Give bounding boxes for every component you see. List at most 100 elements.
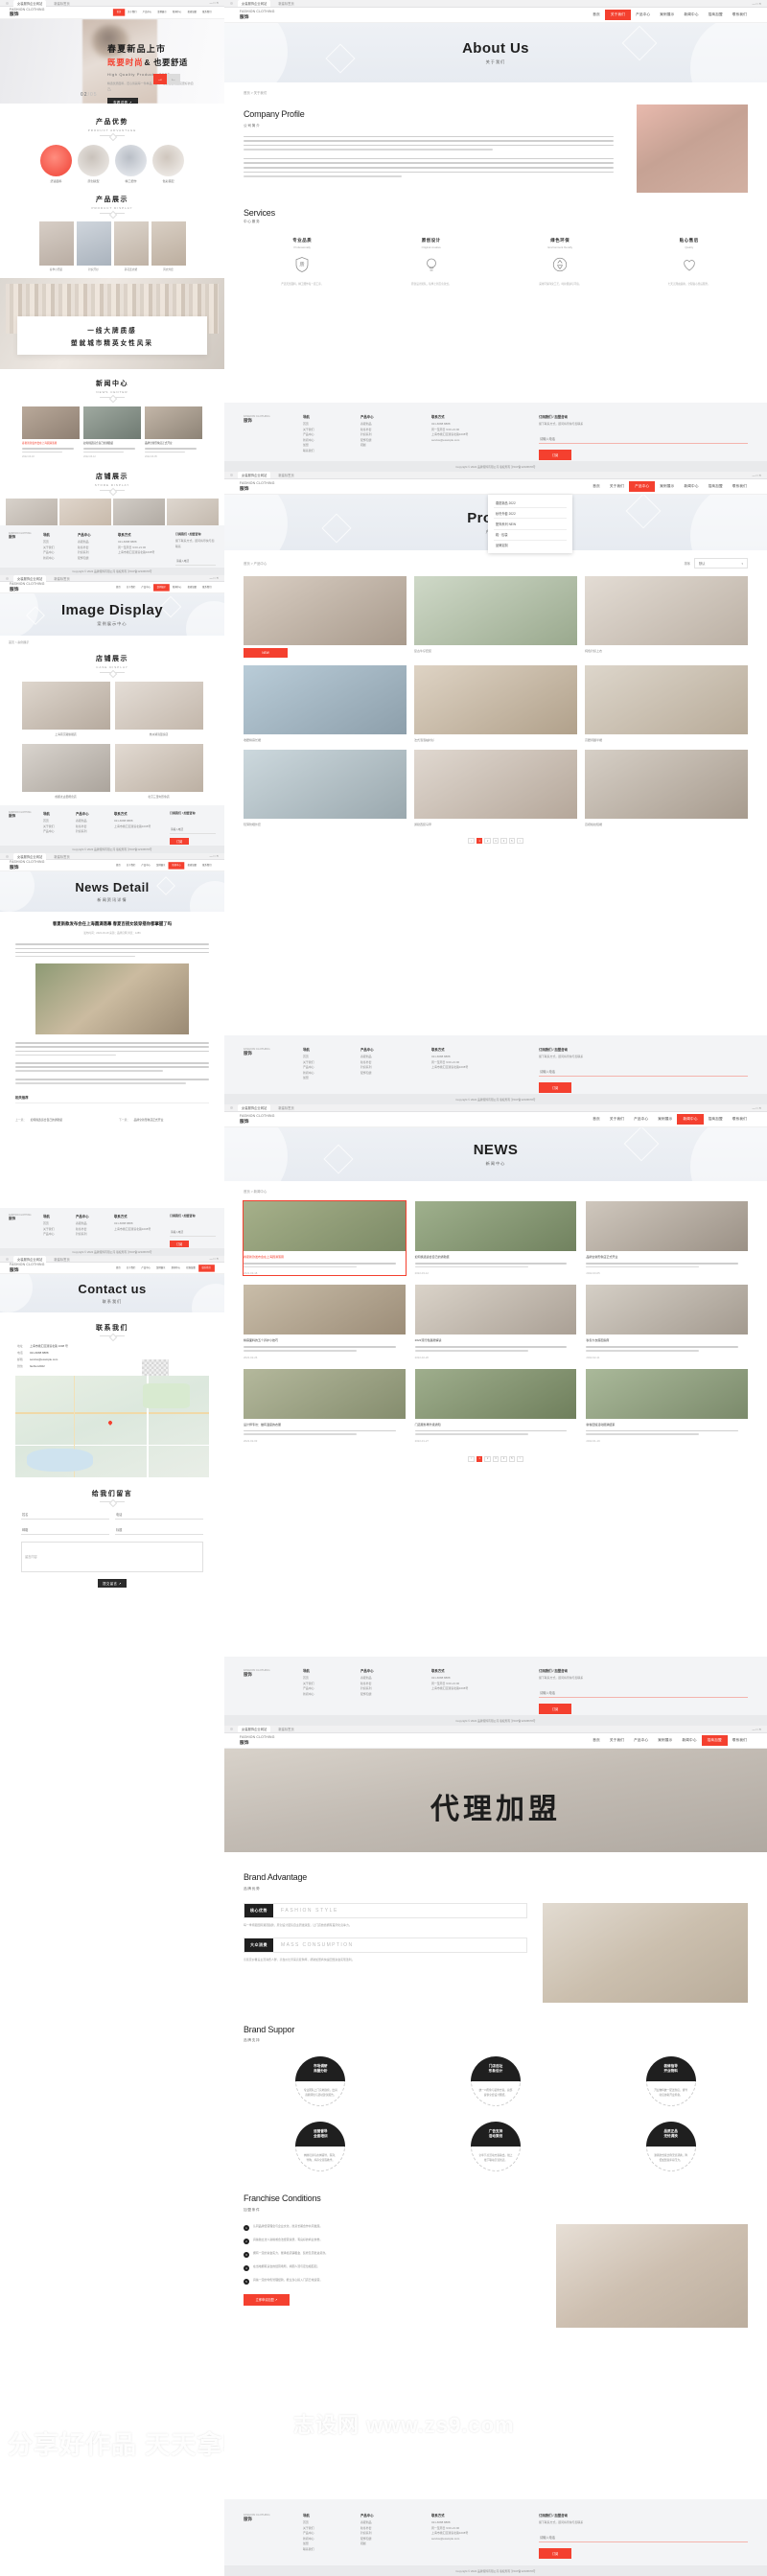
subscribe-input[interactable] bbox=[175, 558, 216, 567]
dropdown-item-2[interactable]: 配饰系列 NEW bbox=[494, 519, 567, 530]
product-card[interactable]: 风衣外套 bbox=[151, 221, 186, 271]
page-1[interactable]: 1 bbox=[476, 1455, 483, 1462]
footer-col-items[interactable]: 首页 关于我们 产品中心 新闻中心 加盟 联系我们 bbox=[303, 422, 345, 453]
arrow-left-icon[interactable]: ← bbox=[167, 74, 180, 84]
nav-item-6[interactable]: 联系我们 bbox=[728, 12, 752, 17]
browser-tab-new[interactable]: 新建标签页 bbox=[50, 575, 73, 582]
browser-tab-active[interactable]: 女装服饰企业网站 bbox=[13, 853, 47, 860]
news-pagination[interactable]: < 1 2 3 4 5 > bbox=[224, 1455, 767, 1462]
support-badge[interactable]: 市场调研 商圈分析 专业团队上门实地勘察，出具商圈评估与选址建议报告。 bbox=[295, 2056, 346, 2106]
browser-tab-active[interactable]: 女装服饰企业网站 bbox=[238, 1726, 271, 1732]
nav-item-2[interactable]: 产品中心 bbox=[139, 864, 154, 866]
title-field[interactable] bbox=[115, 1526, 203, 1535]
news-card[interactable]: 棉麻面料的五个养护小技巧 2022-02-26 bbox=[244, 1285, 406, 1359]
brand-logo[interactable]: FASHION CLOTHING 服饰 bbox=[240, 1735, 275, 1745]
nav-item-3[interactable]: 案例展示 bbox=[153, 1266, 169, 1268]
page-4[interactable]: 4 bbox=[500, 1455, 507, 1462]
nav-item-4[interactable]: 新闻中心 bbox=[677, 1738, 701, 1743]
nav-item-0[interactable]: 首页 bbox=[588, 484, 605, 489]
case-card[interactable]: 北京三里屯形象店 bbox=[114, 744, 203, 799]
nav-item-6[interactable]: 联系我们 bbox=[728, 1738, 752, 1743]
browser-chrome[interactable]: 女装服饰企业网站 新建标签页 — □ ✕ bbox=[224, 0, 767, 8]
nav-item-6[interactable]: 联系我们 bbox=[199, 864, 215, 866]
page-4[interactable]: 4 bbox=[500, 838, 507, 844]
news-next-link[interactable]: 下一篇： 品牌全新形象店正式开业 bbox=[119, 1108, 209, 1126]
browser-tab-new[interactable]: 新建标签页 bbox=[274, 1104, 297, 1111]
nav-item-2[interactable]: 产品中心 bbox=[631, 12, 655, 17]
subscribe-input[interactable] bbox=[539, 1688, 748, 1698]
nav-item-6[interactable]: 联系我们 bbox=[728, 484, 752, 489]
browser-chrome[interactable]: 女装服饰企业网站 新建标签页 — □ ✕ bbox=[0, 0, 224, 7]
browser-tab-new[interactable]: 新建标签页 bbox=[50, 0, 73, 7]
product-card[interactable]: 高腰阔腿半裙 bbox=[585, 665, 748, 742]
nav-item-1[interactable]: 关于我们 bbox=[125, 12, 140, 13]
support-badge[interactable]: 门店选址 形象设计 统一VI形象与装修方案，总部提供全套设计图纸。 bbox=[470, 2056, 521, 2106]
nav-item-5[interactable]: 招商加盟 bbox=[185, 12, 200, 13]
nav-item-1[interactable]: 关于我们 bbox=[605, 484, 629, 489]
browser-tabs[interactable]: 女装服饰企业网站 新建标签页 bbox=[13, 575, 204, 582]
service-item[interactable]: 绿色环保 Environment friendly 采用环保印染工艺，呵护肌肤与… bbox=[501, 238, 619, 288]
main-nav[interactable]: 首页 关于我们 产品中心 案例展示 新闻中心 招商加盟 联系我们 bbox=[113, 861, 215, 870]
phone-field[interactable] bbox=[115, 1511, 203, 1520]
nav-item-0[interactable]: 首页 bbox=[113, 586, 124, 588]
service-item[interactable]: 原创设计 Original creative 原创设计团队，每季上新百余款式。 bbox=[373, 238, 491, 288]
nav-item-3[interactable]: 案例展示 bbox=[653, 1117, 677, 1122]
nav-item-2[interactable]: 产品中心 bbox=[140, 12, 155, 13]
dropdown-item-3[interactable]: 鞋 · 包袋 bbox=[494, 530, 567, 541]
page-next[interactable]: > bbox=[517, 1455, 523, 1462]
news-card[interactable]: 秋冬大衣搭配指南 2022-02-11 bbox=[586, 1285, 748, 1359]
nav-item-0[interactable]: 首页 bbox=[113, 9, 126, 16]
hero-cta-button[interactable]: 查看详情 ↗ bbox=[107, 98, 138, 104]
footer-col-items[interactable]: 首页 关于我们 产品中心 bbox=[43, 819, 68, 835]
news-card[interactable]: 春夏新款发布会在上海圆满落幕 2022-03-18 bbox=[243, 1199, 407, 1277]
subscribe-button[interactable]: 订阅 bbox=[170, 1241, 189, 1247]
case-card[interactable]: 成都太古里概念店 bbox=[21, 744, 110, 799]
page-1[interactable]: 1 bbox=[476, 838, 483, 844]
footer-link[interactable]: 加盟 bbox=[303, 1076, 345, 1081]
message-field-box[interactable]: 留言内容 bbox=[21, 1542, 203, 1572]
footer-link[interactable]: 新闻中心 bbox=[303, 1692, 345, 1698]
footer-col-items[interactable]: 首页 关于我们 产品中心 新闻中心 bbox=[43, 540, 70, 561]
sort-select[interactable]: 默认 ▾ bbox=[694, 558, 748, 569]
news-card[interactable]: 如何挑选适合自己的通勤装 2022-03-12 bbox=[414, 1201, 577, 1275]
nav-item-2[interactable]: 产品中心 bbox=[629, 480, 656, 493]
browser-tabs[interactable]: 女装服饰企业网站 新建标签页 bbox=[238, 0, 747, 7]
brand-logo[interactable]: FASHION CLOTHING 服饰 bbox=[10, 8, 45, 17]
footer-col-items[interactable]: 春夏新品 秋冬外套 针织系列 配饰包袋 bbox=[78, 540, 110, 561]
advantage-item[interactable]: 原创版型 bbox=[78, 145, 109, 183]
nav-item-1[interactable]: 关于我们 bbox=[605, 1117, 629, 1122]
product-card[interactable]: 法式泡泡袖衬衫 bbox=[414, 665, 577, 742]
footer-link[interactable]: 鞋履 bbox=[360, 2541, 416, 2547]
footer-link[interactable]: 配饰包袋 bbox=[360, 1071, 416, 1077]
page-5[interactable]: 5 bbox=[508, 1455, 516, 1462]
browser-tabs[interactable]: 女装服饰企业网站 新建标签页 bbox=[13, 1256, 204, 1263]
page-prev[interactable]: < bbox=[468, 1455, 475, 1462]
subscribe-button[interactable]: 订阅 bbox=[539, 1081, 571, 1093]
product-card[interactable]: 针织开衫 bbox=[76, 221, 111, 271]
page-2[interactable]: 2 bbox=[484, 838, 491, 844]
footer-col-items[interactable]: 春夏新品 秋冬外套 针织系列 bbox=[76, 1221, 106, 1238]
window-controls[interactable]: — □ ✕ bbox=[752, 2, 761, 6]
email-field[interactable] bbox=[21, 1526, 109, 1535]
product-card[interactable]: 复古牛仔套装 bbox=[414, 576, 577, 658]
advantage-item[interactable]: 色彩搭配 bbox=[152, 145, 184, 183]
browser-chrome[interactable]: 女装服饰企业网站 新建标签页 — □ ✕ bbox=[0, 575, 224, 582]
main-nav[interactable]: 首页 关于我们 产品中心 案例展示 新闻中心 招商加盟 联系我们 bbox=[588, 1113, 752, 1126]
news-card[interactable]: 新春回馈活动圆满结束 2022-01-19 bbox=[586, 1368, 748, 1443]
browser-tabs[interactable]: 女装服饰企业网站 新建标签页 bbox=[13, 0, 204, 7]
nav-item-2[interactable]: 产品中心 bbox=[139, 586, 154, 588]
news-card[interactable]: 品牌全新形象店正式开业 2022-03-05 bbox=[145, 406, 202, 458]
browser-tab-new[interactable]: 新建标签页 bbox=[50, 1256, 73, 1263]
nav-item-6[interactable]: 联系我们 bbox=[199, 586, 215, 588]
service-item[interactable]: 贴心售后 Quality 七天无理由退换，全程贴心售后服务。 bbox=[631, 238, 749, 288]
product-card[interactable]: 春季小西装 bbox=[38, 221, 74, 271]
nav-item-1[interactable]: 关于我们 bbox=[124, 586, 139, 588]
main-nav[interactable]: 首页 关于我们 产品中心 案例展示 新闻中心 招商加盟 联系我们 bbox=[113, 1264, 215, 1272]
product-nav-dropdown[interactable]: 春夏新品 2022 秋冬外套 2022 配饰系列 NEW 鞋 · 包袋 品牌定制 bbox=[488, 495, 572, 553]
nav-item-0[interactable]: 首页 bbox=[113, 864, 124, 866]
news-card[interactable]: 品牌全新形象店正式开业 2022-03-05 bbox=[586, 1201, 748, 1275]
footer-link[interactable]: 配饰包袋 bbox=[360, 1692, 416, 1698]
main-nav[interactable]: 首页 关于我们 产品中心 案例展示 新闻中心 招商加盟 联系我们 bbox=[588, 1734, 752, 1747]
support-badge[interactable]: 运营督导 全套培训 岗前培训与在岗辅导，陈列、导购、库存全流程教学。 bbox=[295, 2122, 346, 2171]
browser-tabs[interactable]: 女装服饰企业网站 新建标签页 bbox=[238, 1726, 747, 1732]
